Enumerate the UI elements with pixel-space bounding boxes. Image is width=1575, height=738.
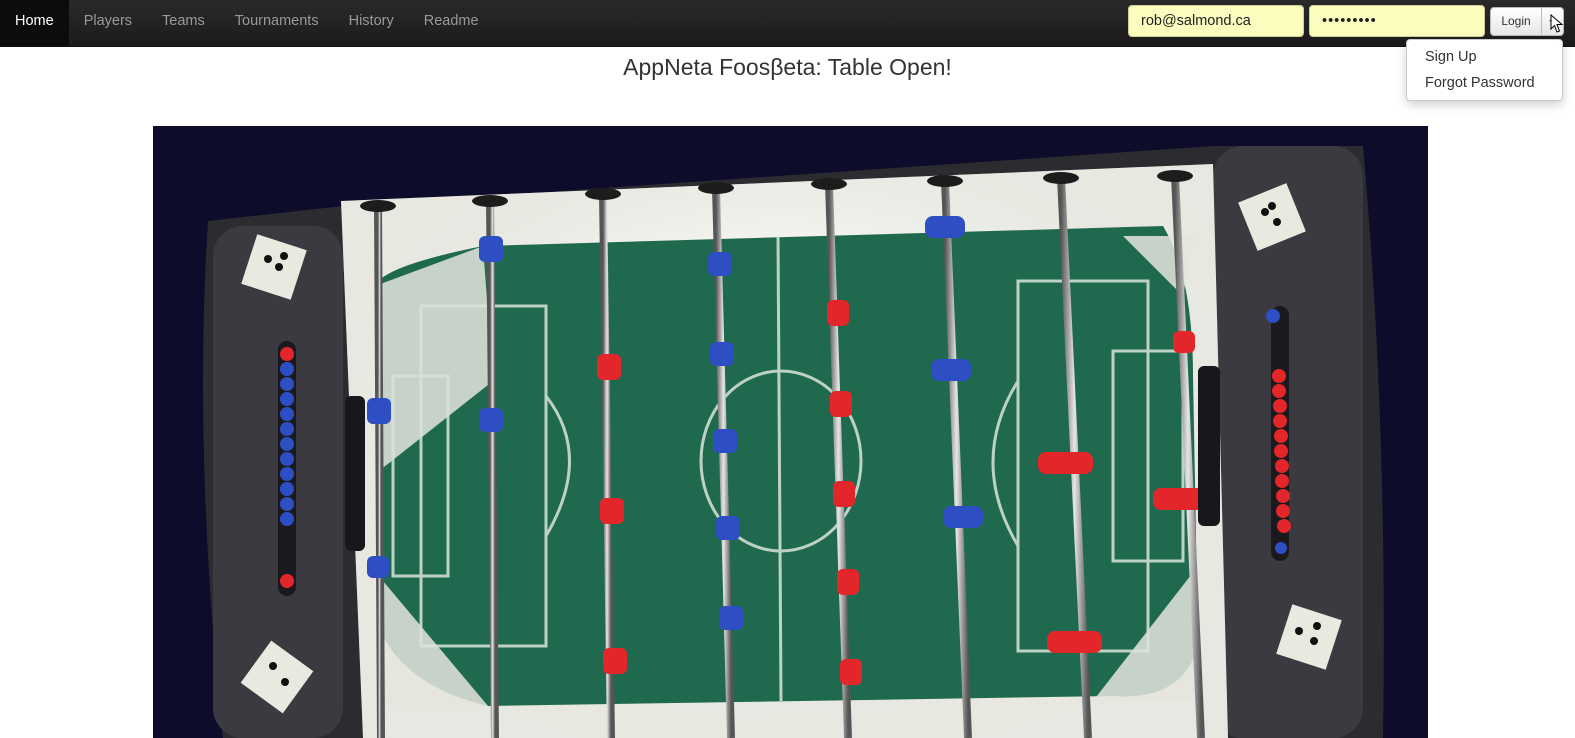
nav-players[interactable]: Players [69, 0, 147, 46]
nav-teams[interactable]: Teams [147, 0, 220, 46]
table-camera-image [153, 126, 1428, 738]
top-navbar: Home Players Teams Tournaments History R… [0, 0, 1575, 47]
main-nav: Home Players Teams Tournaments History R… [0, 0, 494, 46]
mouse-cursor-icon [1550, 14, 1564, 33]
password-field[interactable] [1309, 5, 1485, 37]
nav-readme[interactable]: Readme [409, 0, 494, 46]
nav-home[interactable]: Home [0, 0, 69, 46]
login-form: Login [1128, 5, 1564, 37]
page-title: AppNeta Foosβeta: Table Open! [623, 54, 952, 80]
email-field[interactable] [1128, 5, 1304, 37]
foosball-table-illustration [153, 126, 1428, 738]
nav-history[interactable]: History [334, 0, 409, 46]
nav-tournaments[interactable]: Tournaments [220, 0, 334, 46]
login-button[interactable]: Login [1490, 6, 1542, 36]
